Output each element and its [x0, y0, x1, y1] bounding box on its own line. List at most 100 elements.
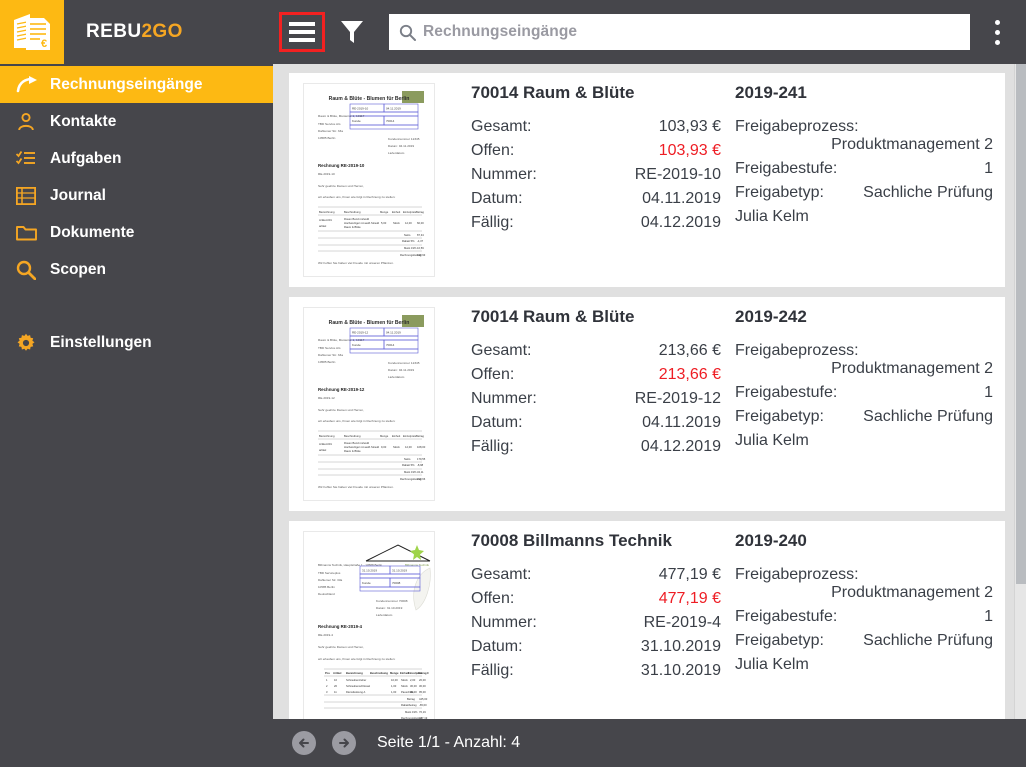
invoice-datum-row: Datum: 04.11.2019 [471, 411, 721, 435]
invoice-freigabestufe-row: Freigabestufe: 1 [735, 157, 993, 181]
pagination-controls: Seite 1/1 - Anzahl: 4 [273, 730, 520, 756]
svg-text:Rechnung RE-2019-10: Rechnung RE-2019-10 [318, 163, 365, 168]
svg-text:445,00: 445,00 [419, 697, 428, 701]
svg-text:477,19: 477,19 [419, 716, 428, 719]
arrow-right-circle-icon[interactable] [331, 730, 357, 756]
search-input[interactable]: Rechnungseingänge [389, 14, 970, 50]
value-gesamt: 477,19 € [658, 566, 721, 583]
label-gesamt: Gesamt: [471, 118, 532, 135]
svg-text:Datum: 31.10.2019: Datum: 31.10.2019 [376, 606, 403, 610]
kebab-dot [994, 19, 1000, 25]
svg-text:Betrag: Betrag [416, 434, 424, 438]
svg-text:-8,98: -8,98 [417, 463, 424, 467]
invoice-preview-thumbnail[interactable]: Billmanns Technik Billmanns Technik, Hau… [303, 531, 435, 719]
svg-text:Beschreibung: Beschreibung [344, 210, 361, 214]
svg-text:RE-2019-10: RE-2019-10 [352, 107, 369, 111]
svg-text:Raum & Blüte: Raum & Blüte [344, 225, 361, 229]
sidebar-item-label: Journal [50, 186, 106, 204]
label-datum: Datum: [471, 190, 523, 207]
invoice-datum-row: Datum: 04.11.2019 [471, 187, 721, 211]
svg-text:Schraubenzieher: Schraubenzieher [346, 678, 366, 682]
magnifier-icon [16, 260, 46, 280]
invoice-card[interactable]: Raum & Blüte - Blumen für Berlin RE-2019… [289, 297, 1005, 511]
sidebar-item-kontakte[interactable]: Kontakte [0, 103, 273, 140]
sidebar-item-journal[interactable]: Journal [0, 177, 273, 214]
invoice-preview-thumbnail[interactable]: Raum & Blüte - Blumen für Berlin RE-2019… [303, 307, 435, 501]
svg-text:Raum & Blüte - Blumen für Berl: Raum & Blüte - Blumen für Berlin [329, 320, 410, 326]
folder-icon [16, 224, 46, 241]
svg-text:-65,00: -65,00 [419, 703, 427, 707]
svg-text:Kundennummer 70008: Kundennummer 70008 [376, 599, 408, 603]
svg-text:10585 Berlin: 10585 Berlin [318, 360, 336, 364]
svg-text:Schraubenschlüssel: Schraubenschlüssel [346, 684, 370, 688]
invoice-freigabeprozess-row: Freigabeprozess: Produktmanagement 2 [735, 115, 993, 157]
invoice-list: Raum & Blüte - Blumen für Berlin RE-2019… [273, 64, 1014, 719]
svg-text:04.11.2019: 04.11.2019 [386, 107, 401, 111]
svg-text:Artikel-001: Artikel-001 [319, 442, 332, 446]
invoice-freigabetyp-row: Freigabetyp: Sachliche Prüfung [735, 405, 993, 429]
svg-text:RE-2019-4: RE-2019-4 [318, 633, 333, 637]
svg-text:Dienstleistung A: Dienstleistung A [346, 690, 365, 694]
invoice-primary-column: 70014 Raum & Blüte Gesamt: 103,93 € Offe… [471, 83, 721, 277]
kebab-dot [994, 29, 1000, 35]
svg-text:Rabatt 5%: Rabatt 5% [402, 239, 415, 243]
svg-text:TBD Service AG: TBD Service AG [318, 346, 341, 350]
invoice-preview-thumbnail[interactable]: Raum & Blüte - Blumen für Berlin RE-2019… [303, 83, 435, 277]
value-offen: 477,19 € [658, 590, 721, 607]
pagination-status: Seite 1/1 - Anzahl: 4 [377, 734, 521, 751]
funnel-filter-icon[interactable] [335, 12, 369, 52]
scrollbar-thumb[interactable] [1016, 64, 1026, 584]
invoice-datum-row: Datum: 31.10.2019 [471, 635, 721, 659]
svg-text:Kunde: Kunde [352, 343, 361, 347]
svg-text:TBD Serviceplus: TBD Serviceplus [318, 571, 341, 575]
svg-text:10: 10 [334, 678, 337, 682]
gear-icon [16, 333, 46, 353]
label-nummer: Nummer: [471, 614, 537, 631]
svg-text:Artikel-001: Artikel-001 [319, 218, 332, 222]
svg-text:€: € [41, 38, 47, 50]
svg-text:10585 Berlin: 10585 Berlin [318, 585, 335, 589]
sidebar-item-rechnungseingaenge[interactable]: Rechnungseingänge [0, 66, 273, 103]
hamburger-bar [289, 22, 315, 26]
invoice-reference: 2019-241 [735, 83, 807, 102]
invoice-card[interactable]: Billmanns Technik Billmanns Technik, Hau… [289, 521, 1005, 719]
svg-text:Rechnung RE-2019-4: Rechnung RE-2019-4 [318, 624, 362, 629]
arrow-left-circle-icon[interactable] [291, 730, 317, 756]
sidebar-item-dokumente[interactable]: Dokumente [0, 214, 273, 251]
svg-text:60,00: 60,00 [417, 221, 424, 225]
value-gesamt: 103,93 € [658, 118, 721, 135]
sidebar-item-einstellungen[interactable]: Einstellungen [0, 324, 273, 361]
svg-text:Raum & Blüte - Blumen für Berl: Raum & Blüte - Blumen für Berlin [329, 96, 410, 102]
label-nummer: Nummer: [471, 166, 537, 183]
invoice-supplier: 70014 Raum & Blüte [471, 307, 635, 326]
invoice-reference: 2019-242 [735, 307, 807, 326]
svg-text:31.10.2019: 31.10.2019 [392, 569, 407, 573]
value-nummer: RE-2019-4 [643, 614, 721, 631]
invoice-bearbeiter: Julia Kelm [735, 656, 809, 673]
invoice-gesamt-row: Gesamt: 477,19 € [471, 563, 721, 587]
svg-text:wir erlauben uns, Ihnen wie fo: wir erlauben uns, Ihnen wie folgt in Rec… [318, 195, 396, 199]
sidebar-item-label: Aufgaben [50, 149, 122, 167]
invoice-card[interactable]: Raum & Blüte - Blumen für Berlin RE-2019… [289, 73, 1005, 287]
svg-text:108,00: 108,00 [417, 445, 426, 449]
brand-area: REBU2GO [64, 0, 273, 64]
kebab-menu-icon[interactable] [982, 12, 1012, 52]
sidebar-item-aufgaben[interactable]: Aufgaben [0, 140, 273, 177]
content-scrollbar[interactable] [1014, 64, 1026, 719]
value-gesamt: 213,66 € [658, 342, 721, 359]
svg-text:Sehr geehrte Damen und Herren,: Sehr geehrte Damen und Herren, [318, 184, 364, 188]
svg-text:Wir hoffen Sie haben viel Freu: Wir hoffen Sie haben viel Freude mit uns… [318, 485, 394, 489]
label-freigabetyp: Freigabetyp: [735, 184, 824, 201]
invoice-primary-column: 70014 Raum & Blüte Gesamt: 213,66 € Offe… [471, 307, 721, 501]
invoice-primary-column: 70008 Billmanns Technik Gesamt: 477,19 €… [471, 531, 721, 719]
invoice-offen-row: Offen: 477,19 € [471, 587, 721, 611]
label-freigabeprozess: Freigabeprozess: [735, 118, 859, 135]
top-bar: € REBU2GO Rechnungseingänge [0, 0, 1026, 64]
sidebar-item-scopen[interactable]: Scopen [0, 251, 273, 288]
svg-text:Stück: Stück [393, 221, 400, 225]
label-freigabetyp: Freigabetyp: [735, 632, 824, 649]
svg-text:Einzelpreis: Einzelpreis [403, 210, 417, 214]
label-nummer: Nummer: [471, 390, 537, 407]
hamburger-menu-icon[interactable] [279, 12, 325, 52]
svg-text:Betrag €: Betrag € [418, 671, 429, 675]
